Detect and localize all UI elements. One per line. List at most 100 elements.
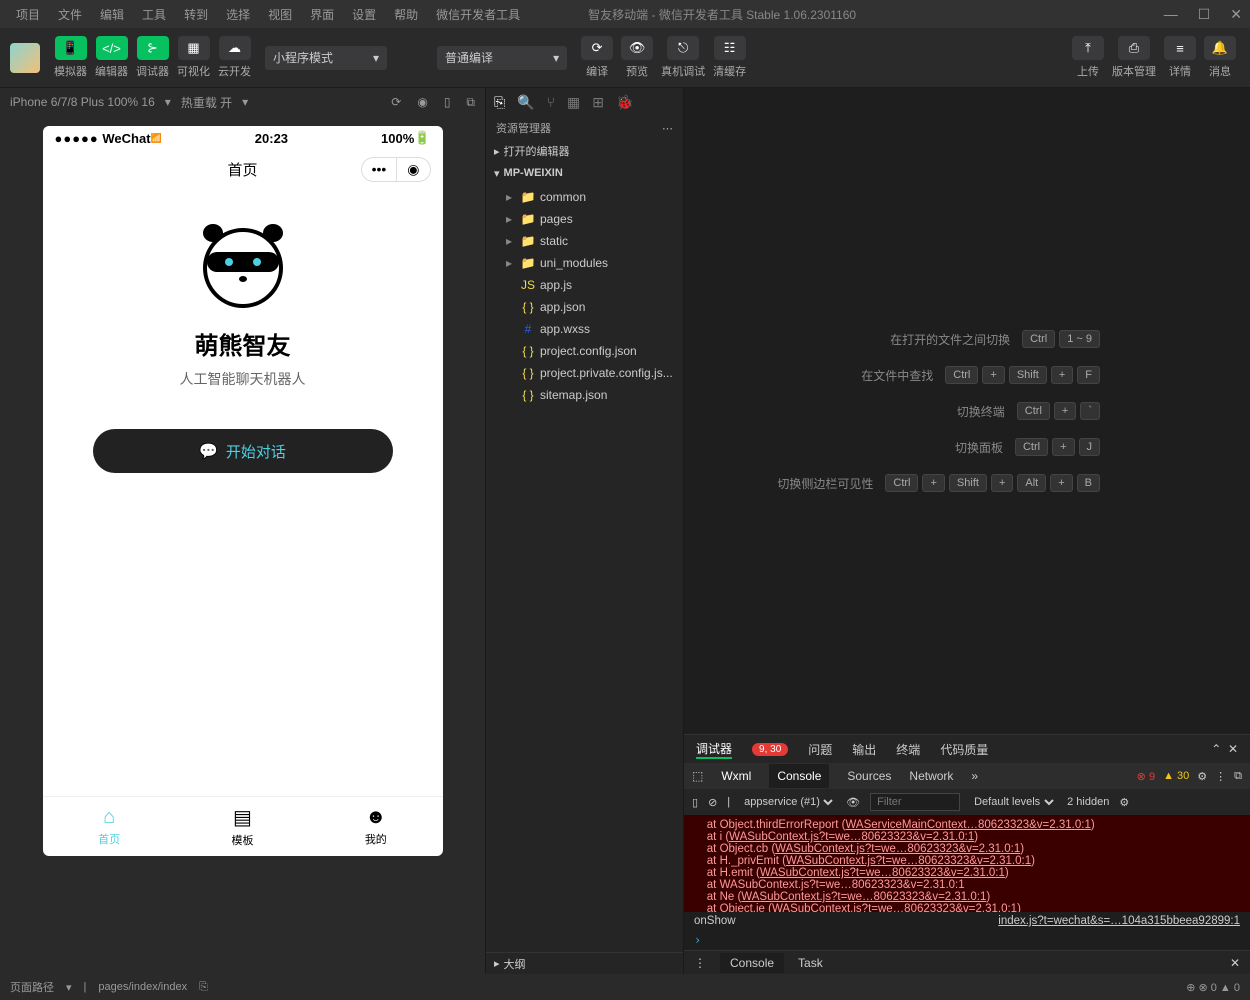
menu-项目[interactable]: 项目 — [8, 3, 48, 26]
tree-project.config.json[interactable]: { }project.config.json — [486, 340, 683, 362]
start-chat-button[interactable]: 💬开始对话 — [93, 429, 393, 473]
close-icon[interactable]: ✕ — [1228, 742, 1238, 756]
filter-input[interactable] — [870, 793, 960, 811]
menu-工具[interactable]: 工具 — [134, 3, 174, 26]
bottom-tab-console[interactable]: Console — [720, 953, 784, 973]
files-icon[interactable]: ⎘ — [494, 94, 505, 111]
sidebar-icon[interactable]: ▯ — [692, 796, 698, 809]
close-icon[interactable]: ✕ — [1230, 6, 1242, 23]
eye-icon[interactable]: 👁 — [846, 796, 860, 809]
editor-pane: 在打开的文件之间切换Ctrl1 ~ 9在文件中查找Ctrl+Shift+F切换终… — [684, 88, 1250, 974]
device-icon[interactable]: ▯ — [444, 95, 451, 110]
debugger-button[interactable]: ⊱调试器 — [132, 36, 173, 79]
capsule[interactable]: •••◉ — [361, 157, 431, 182]
more-tabs-icon[interactable]: » — [971, 769, 978, 783]
refresh-icon[interactable]: ⟳ — [391, 95, 401, 110]
kebab-icon[interactable]: ⋮ — [1215, 770, 1226, 783]
menu-帮助[interactable]: 帮助 — [386, 3, 426, 26]
tab-我的[interactable]: ☻我的 — [309, 797, 442, 856]
dev-tab-network[interactable]: Network — [909, 769, 953, 783]
simulator-button[interactable]: 📱模拟器 — [50, 36, 91, 79]
bug-icon[interactable]: 🐞 — [616, 94, 633, 111]
chevron-up-icon[interactable]: ⌃ — [1211, 742, 1221, 756]
visual-button[interactable]: ▦可视化 — [173, 36, 214, 79]
clearcache-button[interactable]: ☷清缓存 — [709, 36, 750, 79]
editor-button[interactable]: </>编辑器 — [91, 36, 132, 79]
error-count[interactable]: ⊗ 9 — [1137, 770, 1155, 783]
tree-sitemap.json[interactable]: { }sitemap.json — [486, 384, 683, 406]
dev-tab-wxml[interactable]: Wxml — [721, 769, 751, 783]
version-button[interactable]: ⎙版本管理 — [1108, 36, 1160, 79]
dev-tab-sources[interactable]: Sources — [847, 769, 891, 783]
cloud-button[interactable]: ☁云开发 — [214, 36, 255, 79]
menu-设置[interactable]: 设置 — [344, 3, 384, 26]
device-label[interactable]: iPhone 6/7/8 Plus 100% 16 — [10, 95, 155, 109]
status-icons[interactable]: ⊕ ⊗ 0 ▲ 0 — [1186, 981, 1240, 994]
menu-转到[interactable]: 转到 — [176, 3, 216, 26]
tree-common[interactable]: ▸📁common — [486, 186, 683, 208]
message-button[interactable]: 🔔消息 — [1200, 36, 1240, 79]
menu-选择[interactable]: 选择 — [218, 3, 258, 26]
dock-icon[interactable]: ⧉ — [1234, 770, 1242, 783]
tree-project.private.config.js...[interactable]: { }project.private.config.js... — [486, 362, 683, 384]
dev-tab-console[interactable]: Console — [769, 764, 829, 788]
bottom-tab-task[interactable]: Task — [798, 956, 823, 970]
dbg-tab-0[interactable]: 调试器 — [696, 740, 732, 759]
search-icon[interactable]: 🔍 — [517, 94, 534, 111]
hidden-label[interactable]: 2 hidden — [1067, 796, 1109, 808]
mode-dropdown[interactable]: 小程序模式▾ — [265, 46, 387, 70]
clear-icon[interactable]: ⊘ — [708, 796, 717, 809]
console-prompt[interactable]: › — [684, 930, 1250, 950]
menu-视图[interactable]: 视图 — [260, 3, 300, 26]
avatar[interactable] — [10, 43, 40, 73]
menu-界面[interactable]: 界面 — [302, 3, 342, 26]
hotreload-label[interactable]: 热重载 开 — [181, 94, 232, 111]
shortcut: 在打开的文件之间切换Ctrl1 ~ 9 — [890, 330, 1100, 348]
dbg-tab-4[interactable]: 代码质量 — [940, 741, 988, 758]
ext-icon[interactable]: ▦ — [567, 94, 580, 111]
onshow-loc[interactable]: index.js?t=wechat&s=…104a315bbeea92899:1 — [998, 915, 1240, 927]
compile-dropdown[interactable]: 普通编译▾ — [437, 46, 567, 70]
warn-count[interactable]: ▲ 30 — [1163, 770, 1189, 782]
preview-button[interactable]: 👁预览 — [617, 36, 657, 79]
gear-icon[interactable]: ⚙ — [1197, 770, 1207, 783]
build-icon[interactable]: ⊞ — [592, 94, 604, 111]
copy-icon[interactable]: ⎘ — [199, 981, 208, 994]
tab-模板[interactable]: ▤模板 — [176, 797, 309, 856]
gear-icon[interactable]: ⚙ — [1119, 796, 1129, 809]
upload-button[interactable]: ⤒上传 — [1068, 36, 1108, 79]
popout-icon[interactable]: ⧉ — [466, 95, 475, 110]
tree-app.js[interactable]: JSapp.js — [486, 274, 683, 296]
detail-button[interactable]: ≡详情 — [1160, 36, 1200, 79]
route-label[interactable]: 页面路径 — [10, 979, 54, 995]
shortcut: 在文件中查找Ctrl+Shift+F — [861, 366, 1100, 384]
dbg-tab-1[interactable]: 问题 — [808, 741, 832, 758]
menu-编辑[interactable]: 编辑 — [92, 3, 132, 26]
project-root[interactable]: ▾MP-WEIXIN — [486, 162, 683, 184]
path-label[interactable]: pages/index/index — [98, 981, 187, 993]
inspect-icon[interactable]: ⬚ — [692, 769, 703, 783]
levels-select[interactable]: Default levels — [970, 795, 1057, 809]
opened-editors[interactable]: ▸打开的编辑器 — [486, 140, 683, 162]
menu-文件[interactable]: 文件 — [50, 3, 90, 26]
minimize-icon[interactable]: — — [1164, 6, 1178, 23]
record-icon[interactable]: ◉ — [417, 95, 427, 110]
tree-app.wxss[interactable]: #app.wxss — [486, 318, 683, 340]
maximize-icon[interactable]: ☐ — [1198, 6, 1211, 23]
dbg-tab-3[interactable]: 终端 — [896, 741, 920, 758]
tree-pages[interactable]: ▸📁pages — [486, 208, 683, 230]
outline-section[interactable]: ▸大纲 — [486, 952, 683, 974]
realdev-button[interactable]: ⎋真机调试 — [657, 36, 709, 79]
compile-button[interactable]: ⟳编译 — [577, 36, 617, 79]
more-icon[interactable]: ⋯ — [662, 122, 673, 135]
branch-icon[interactable]: ⑂ — [547, 94, 555, 110]
close-icon[interactable]: ✕ — [1230, 956, 1240, 970]
dbg-tab-2[interactable]: 输出 — [852, 741, 876, 758]
context-select[interactable]: appservice (#1) — [740, 795, 836, 809]
tree-app.json[interactable]: { }app.json — [486, 296, 683, 318]
tree-uni_modules[interactable]: ▸📁uni_modules — [486, 252, 683, 274]
tree-static[interactable]: ▸📁static — [486, 230, 683, 252]
menu-微信开发者工具[interactable]: 微信开发者工具 — [428, 3, 528, 26]
tab-首页[interactable]: ⌂首页 — [43, 797, 176, 856]
kebab-icon[interactable]: ⋮ — [694, 956, 706, 970]
